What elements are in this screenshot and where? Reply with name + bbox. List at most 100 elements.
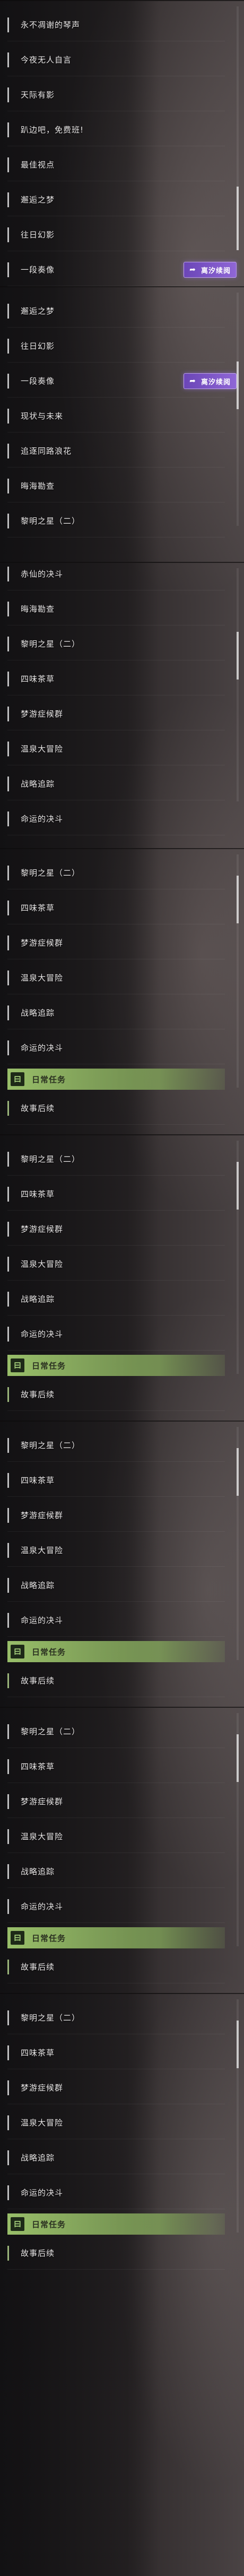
quest-label: 梦游症候群 xyxy=(21,1511,64,1520)
quest-marker xyxy=(7,227,9,242)
scrollbar-thumb[interactable] xyxy=(237,2021,239,2068)
quest-label: 梦游症候群 xyxy=(21,1224,64,1234)
quest-list-item[interactable]: 战略追踪 xyxy=(7,1283,225,1316)
daily-tasks-header[interactable]: 曰日常任务 xyxy=(7,1069,225,1090)
quest-label: 黎明之星（二） xyxy=(21,868,81,878)
quest-list-item[interactable]: 黎明之星（二） xyxy=(7,1429,225,1462)
scrollbar[interactable] xyxy=(237,854,239,1088)
scrollbar-thumb[interactable] xyxy=(237,1448,239,1496)
quest-list-item[interactable]: 最佳视点 xyxy=(7,148,225,181)
quest-label: 现状与未来 xyxy=(21,411,64,421)
quest-list-item[interactable]: 晦海勘查 xyxy=(7,593,225,625)
daily-tasks-header[interactable]: 曰日常任务 xyxy=(7,1641,225,1662)
quest-list-item[interactable]: 故事后续 xyxy=(7,2237,225,2270)
quest-list-item[interactable]: 命运的决斗 xyxy=(7,1031,225,1064)
quest-list-item[interactable]: 故事后续 xyxy=(7,1664,225,1697)
daily-tasks-header[interactable]: 曰日常任务 xyxy=(7,1927,225,1948)
quest-list-item[interactable]: 温泉大冒险 xyxy=(7,1248,225,1281)
quest-list-item[interactable]: 四味茶草 xyxy=(7,663,225,695)
quest-list-item[interactable]: 温泉大冒险 xyxy=(7,733,225,765)
continue-reading-button[interactable]: ➦ 离汐续阅 xyxy=(183,373,237,389)
quest-list-item[interactable]: 命运的决斗 xyxy=(7,2176,225,2209)
scrollbar[interactable] xyxy=(237,1999,239,2233)
quest-list-item[interactable]: 梦游症候群 xyxy=(7,1213,225,1246)
quest-list-item[interactable]: 追逐同路浪花 xyxy=(7,435,225,467)
quest-list-item[interactable]: 四味茶草 xyxy=(7,1178,225,1211)
quest-list-item[interactable]: 往日幻影 xyxy=(7,330,225,363)
quest-label: 往日幻影 xyxy=(21,341,55,351)
quest-list-item[interactable]: 四味茶草 xyxy=(7,892,225,924)
quest-list-item[interactable]: 邂逅之梦 xyxy=(7,295,225,328)
quest-marker xyxy=(7,2150,9,2165)
scrollbar-thumb[interactable] xyxy=(237,1162,239,1210)
calendar-icon: 曰 xyxy=(11,1072,24,1086)
daily-tasks-header[interactable]: 曰日常任务 xyxy=(7,2213,225,2235)
quest-marker xyxy=(7,970,9,985)
scrollbar[interactable] xyxy=(237,1713,239,1946)
quest-marker xyxy=(7,1291,9,1307)
quest-label: 最佳视点 xyxy=(21,160,55,170)
quest-list-item[interactable]: 梦游症候群 xyxy=(7,1499,225,1532)
quest-list-item[interactable]: 梦游症候群 xyxy=(7,1785,225,1818)
quest-list-item[interactable]: 故事后续 xyxy=(7,1378,225,1411)
quest-list-item[interactable]: 黎明之星（二） xyxy=(7,2001,225,2034)
quest-list-item[interactable]: 梦游症候群 xyxy=(7,698,225,730)
quest-label: 黎明之星（二） xyxy=(21,2013,81,2023)
quest-list-item[interactable]: 战略追踪 xyxy=(7,767,225,800)
scrollbar-thumb[interactable] xyxy=(237,1734,239,1782)
quest-marker xyxy=(7,811,9,826)
quest-list-item[interactable]: 四味茶草 xyxy=(7,1464,225,1497)
scrollbar[interactable] xyxy=(237,293,239,526)
quest-list-item[interactable]: 邂逅之梦 xyxy=(7,183,225,216)
quest-list-item[interactable]: 命运的决斗 xyxy=(7,1604,225,1637)
quest-list-item[interactable]: 战略追踪 xyxy=(7,1569,225,1602)
scrollbar-thumb[interactable] xyxy=(237,632,239,680)
quest-list-item[interactable]: 温泉大冒险 xyxy=(7,1820,225,1853)
quest-list-item[interactable]: 黎明之星（二） xyxy=(7,505,225,537)
quest-list-item[interactable]: 梦游症候群 xyxy=(7,2071,225,2104)
quest-list-item[interactable]: 黎明之星（二） xyxy=(7,1143,225,1176)
scrollbar-thumb[interactable] xyxy=(237,876,239,923)
quest-list-item[interactable]: 温泉大冒险 xyxy=(7,961,225,994)
quest-marker xyxy=(7,303,9,319)
quest-list-item[interactable]: 战略追踪 xyxy=(7,996,225,1029)
quest-list-item[interactable]: 战略追踪 xyxy=(7,2141,225,2174)
quest-marker xyxy=(7,1221,9,1237)
continue-reading-button[interactable]: ➦ 离汐续阅 xyxy=(183,262,237,278)
quest-list-item[interactable]: 黎明之星（二） xyxy=(7,857,225,889)
daily-tasks-header[interactable]: 曰日常任务 xyxy=(7,1355,225,1376)
quest-list-item[interactable]: 天际有影 xyxy=(7,78,225,111)
scrollbar[interactable] xyxy=(237,568,239,801)
quest-list-item[interactable]: 赤仙的决斗 xyxy=(7,563,225,590)
quest-list-item[interactable]: 往日幻影 xyxy=(7,218,225,251)
quest-list-item[interactable]: 晦海勘查 xyxy=(7,470,225,502)
scrollbar-thumb[interactable] xyxy=(237,187,239,250)
quest-list-item[interactable]: 黎明之星（二） xyxy=(7,1715,225,1748)
quest-label: 战略追踪 xyxy=(21,1294,55,1304)
quest-label: 四味茶草 xyxy=(21,1762,55,1771)
scrollbar-thumb[interactable] xyxy=(237,361,239,409)
quest-list-item[interactable]: 今夜无人自言 xyxy=(7,43,225,76)
quest-label: 命运的决斗 xyxy=(21,814,64,824)
quest-list-panel-1: 永不凋谢的琴声 今夜无人自言 天际有影 趴边吧，免费班! 最佳视点 邂逅之梦 往日幻影 一段奏… xyxy=(0,0,244,286)
quest-list-item[interactable]: 故事后续 xyxy=(7,1951,225,1983)
quest-list-item[interactable]: 命运的决斗 xyxy=(7,802,225,835)
scrollbar[interactable] xyxy=(237,1141,239,1374)
quest-list-item[interactable]: 命运的决斗 xyxy=(7,1318,225,1351)
quest-list-item[interactable]: 现状与未来 xyxy=(7,400,225,433)
quest-list-item[interactable]: 温泉大冒险 xyxy=(7,1534,225,1567)
quest-list-item[interactable]: 战略追踪 xyxy=(7,1855,225,1888)
quest-list-item[interactable]: 故事后续 xyxy=(7,1092,225,1125)
quest-list-item[interactable]: 永不凋谢的琴声 xyxy=(7,8,225,41)
quest-list-item[interactable]: 趴边吧，免费班! xyxy=(7,113,225,146)
scrollbar[interactable] xyxy=(237,1427,239,1660)
scrollbar[interactable] xyxy=(237,6,239,250)
quest-list-item[interactable]: 温泉大冒险 xyxy=(7,2106,225,2139)
quest-list-item[interactable]: 梦游症候群 xyxy=(7,927,225,959)
quest-list-item[interactable]: 四味茶草 xyxy=(7,2036,225,2069)
quest-list-item[interactable]: 命运的决斗 xyxy=(7,1890,225,1923)
quest-list-item[interactable]: 黎明之星（二） xyxy=(7,628,225,660)
quest-list-item[interactable]: 四味茶草 xyxy=(7,1750,225,1783)
quest-label: 战略追踪 xyxy=(21,1581,55,1590)
quest-marker xyxy=(7,741,9,756)
